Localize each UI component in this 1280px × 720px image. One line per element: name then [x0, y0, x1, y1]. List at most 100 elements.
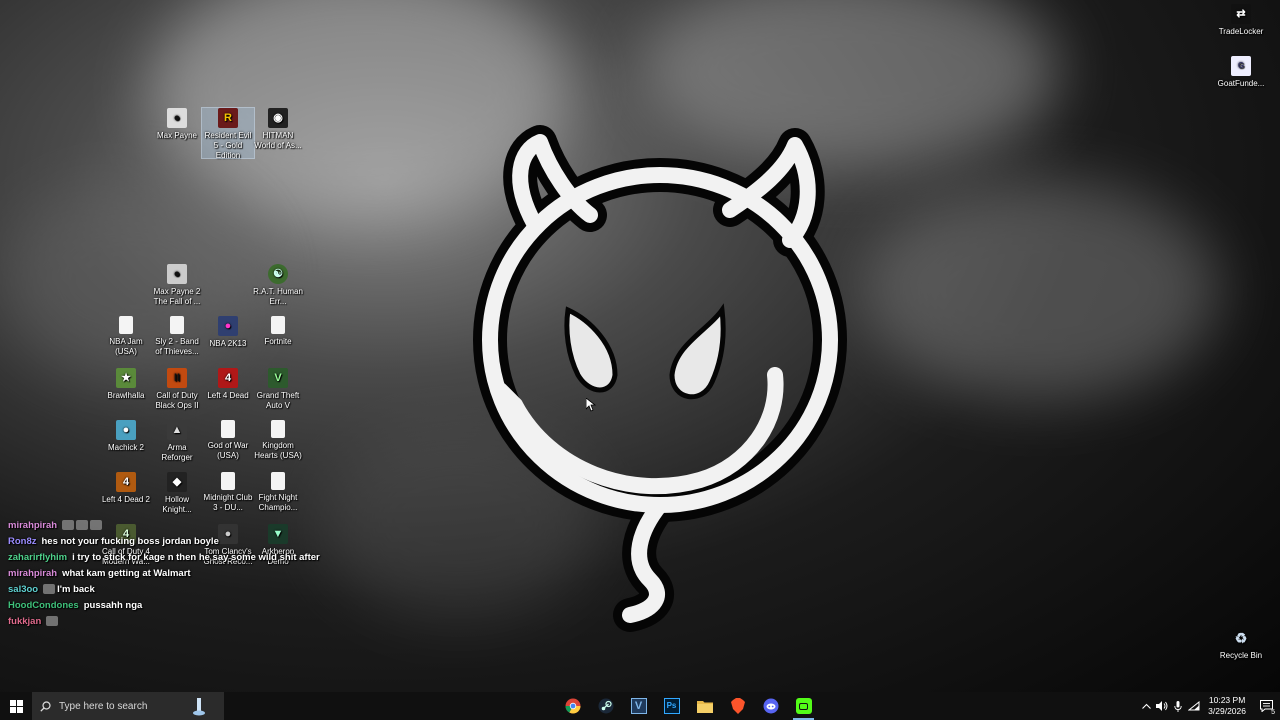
desktop-icon-fortnite[interactable]: Fortnite: [252, 316, 304, 347]
steam-taskbar-button[interactable]: [589, 692, 622, 720]
desktop-icon-recycle-bin[interactable]: ♻ Recycle Bin: [1215, 628, 1267, 661]
desktop-icon-machick-2[interactable]: ● Machick 2: [100, 420, 152, 453]
desktop-icon-max-payne[interactable]: ● Max Payne: [151, 108, 203, 141]
recycle-bin-icon: ♻: [1234, 630, 1248, 646]
chevron-up-icon: [1141, 703, 1151, 709]
desktop-icon-left-4-dead-2[interactable]: 4 Left 4 Dead 2: [100, 472, 152, 505]
file-icon: [119, 316, 133, 334]
desktop-icon-tradelocker[interactable]: ⇄ TradeLocker: [1215, 4, 1267, 37]
show-hidden-icons-button[interactable]: [1138, 692, 1154, 720]
start-button[interactable]: [0, 692, 32, 720]
tradelocker-icon: ⇄: [1231, 4, 1251, 24]
chat-emote-icon: [62, 520, 75, 531]
action-center-button[interactable]: 5: [1252, 692, 1280, 720]
left-4-dead-2-icon: 4: [116, 472, 136, 492]
file-icon: [271, 316, 285, 334]
nba-2k13-icon: ●: [218, 316, 238, 336]
resident-evil-icon: R: [218, 108, 238, 128]
goatfunded-icon: G: [1231, 56, 1251, 76]
desktop-icon-hitman[interactable]: ◉ HITMAN World of As...: [252, 108, 304, 151]
desktop-icon-rat[interactable]: ☯ R.A.T. Human Err...: [252, 264, 304, 307]
desktop-icon-sly-2[interactable]: Sly 2 - Band of Thieves...: [151, 316, 203, 357]
chat-username: fukkjan: [8, 616, 42, 627]
machick-icon: ●: [116, 420, 136, 440]
photoshop-taskbar-button[interactable]: Ps: [655, 692, 688, 720]
desktop-icon-kingdom-hearts[interactable]: Kingdom Hearts (USA): [252, 420, 304, 461]
chrome-icon: [565, 698, 580, 714]
speaker-icon: [1156, 701, 1168, 711]
devil-smiley-wallpaper: [473, 125, 847, 632]
taskbar: Type here to search V Ps 10:23 PM 3/29/2…: [0, 692, 1280, 720]
desktop-icon-gta-v[interactable]: V Grand Theft Auto V: [252, 368, 304, 411]
desktop-icon-nba-2k13[interactable]: ● NBA 2K13: [202, 316, 254, 349]
brave-icon: [730, 698, 745, 714]
pinned-apps: V Ps: [556, 692, 820, 720]
file-icon: [221, 420, 235, 438]
desktop-icon-resident-evil-5[interactable]: R Resident Evil 5 - Gold Edition: [201, 107, 255, 160]
file-icon: [271, 420, 285, 438]
chat-message: HoodCondones pussahh nga: [8, 598, 320, 614]
chat-text: pussahh nga: [83, 600, 143, 611]
desktop-icon-midnight-club-3[interactable]: Midnight Club 3 - DU...: [202, 472, 254, 513]
chat-message: Ron8z hes not your fucking boss jordan bo…: [8, 534, 320, 550]
chat-text: i try to stick for kage n then he say so…: [72, 552, 320, 563]
chat-text: hes not your fucking boss jordan boyle: [41, 536, 219, 547]
system-tray: 10:23 PM 3/29/2026 5: [1138, 692, 1280, 720]
desktop-icon-hollow-knight[interactable]: ◆ Hollow Knight...: [151, 472, 203, 515]
desktop-icon-max-payne-2[interactable]: ● Max Payne 2 The Fall of ...: [151, 264, 203, 307]
taskbar-search-box[interactable]: Type here to search: [32, 692, 224, 720]
rat-icon: ☯: [268, 264, 288, 284]
clock-date: 3/29/2026: [1208, 706, 1246, 716]
desktop-icon-goatfunded[interactable]: G GoatFunde...: [1215, 56, 1267, 89]
max-payne-icon: ●: [167, 108, 187, 128]
file-icon: [170, 316, 184, 334]
folder-icon: [696, 701, 713, 713]
file-explorer-taskbar-button[interactable]: [688, 692, 721, 720]
hollow-knight-icon: ◆: [167, 472, 187, 492]
network-button[interactable]: [1186, 692, 1202, 720]
desktop[interactable]: ● Max Payne R Resident Evil 5 - Gold Edi…: [0, 0, 1280, 692]
black-ops-2-icon: II: [167, 368, 187, 388]
chat-message: zaharirflyhim i try to stick for kage n t…: [8, 550, 320, 566]
discord-icon: [763, 698, 778, 714]
search-highlight-icon: [193, 698, 205, 716]
brave-taskbar-button[interactable]: [721, 692, 754, 720]
chat-message: mirahpirah: [8, 518, 320, 534]
chrome-taskbar-button[interactable]: [556, 692, 589, 720]
chat-emote-icon: [43, 584, 56, 595]
search-icon: [40, 700, 51, 712]
chat-message: mirahpirah what kam getting at Walmart: [8, 566, 320, 582]
desktop-icon-fight-night[interactable]: Fight Night Champio...: [252, 472, 304, 513]
chat-username: mirahpirah: [8, 568, 58, 579]
windows-icon: [9, 699, 23, 713]
steam-icon: [598, 698, 613, 714]
desktop-icon-god-of-war[interactable]: God of War (USA): [202, 420, 254, 461]
gta-v-icon: V: [268, 368, 288, 388]
streaming-app-icon: [795, 698, 812, 714]
wifi-icon: [1188, 701, 1200, 711]
notification-count: 5: [1271, 709, 1275, 716]
desktop-icon-brawlhalla[interactable]: ★ Brawlhalla: [100, 368, 152, 401]
microphone-button[interactable]: [1170, 692, 1186, 720]
volume-button[interactable]: [1154, 692, 1170, 720]
chat-username: Ron8z: [8, 536, 37, 547]
chat-text: what kam getting at Walmart: [62, 568, 191, 579]
discord-taskbar-button[interactable]: [754, 692, 787, 720]
desktop-icon-left-4-dead[interactable]: 4 Left 4 Dead: [202, 368, 254, 401]
clock[interactable]: 10:23 PM 3/29/2026: [1202, 695, 1252, 717]
chat-username: mirahpirah: [8, 520, 58, 531]
microphone-icon: [1174, 700, 1182, 712]
file-icon: [271, 472, 285, 490]
streaming-app-taskbar-button[interactable]: [787, 692, 820, 720]
photoshop-icon: Ps: [663, 698, 680, 714]
desktop-icon-arma-reforger[interactable]: ▲ Arma Reforger: [151, 420, 203, 463]
desktop-icon-call-of-duty-bo2[interactable]: II Call of Duty Black Ops II: [151, 368, 203, 411]
chat-emote-icon: [46, 616, 59, 627]
arma-icon: ▲: [167, 420, 187, 440]
chat-message: sal3oo I'm back: [8, 582, 320, 598]
mouse-cursor: [586, 398, 596, 412]
search-placeholder: Type here to search: [59, 700, 148, 712]
vscode-taskbar-button[interactable]: V: [622, 692, 655, 720]
desktop-icon-nba-jam[interactable]: NBA Jam (USA): [100, 316, 152, 357]
max-payne-2-icon: ●: [167, 264, 187, 284]
